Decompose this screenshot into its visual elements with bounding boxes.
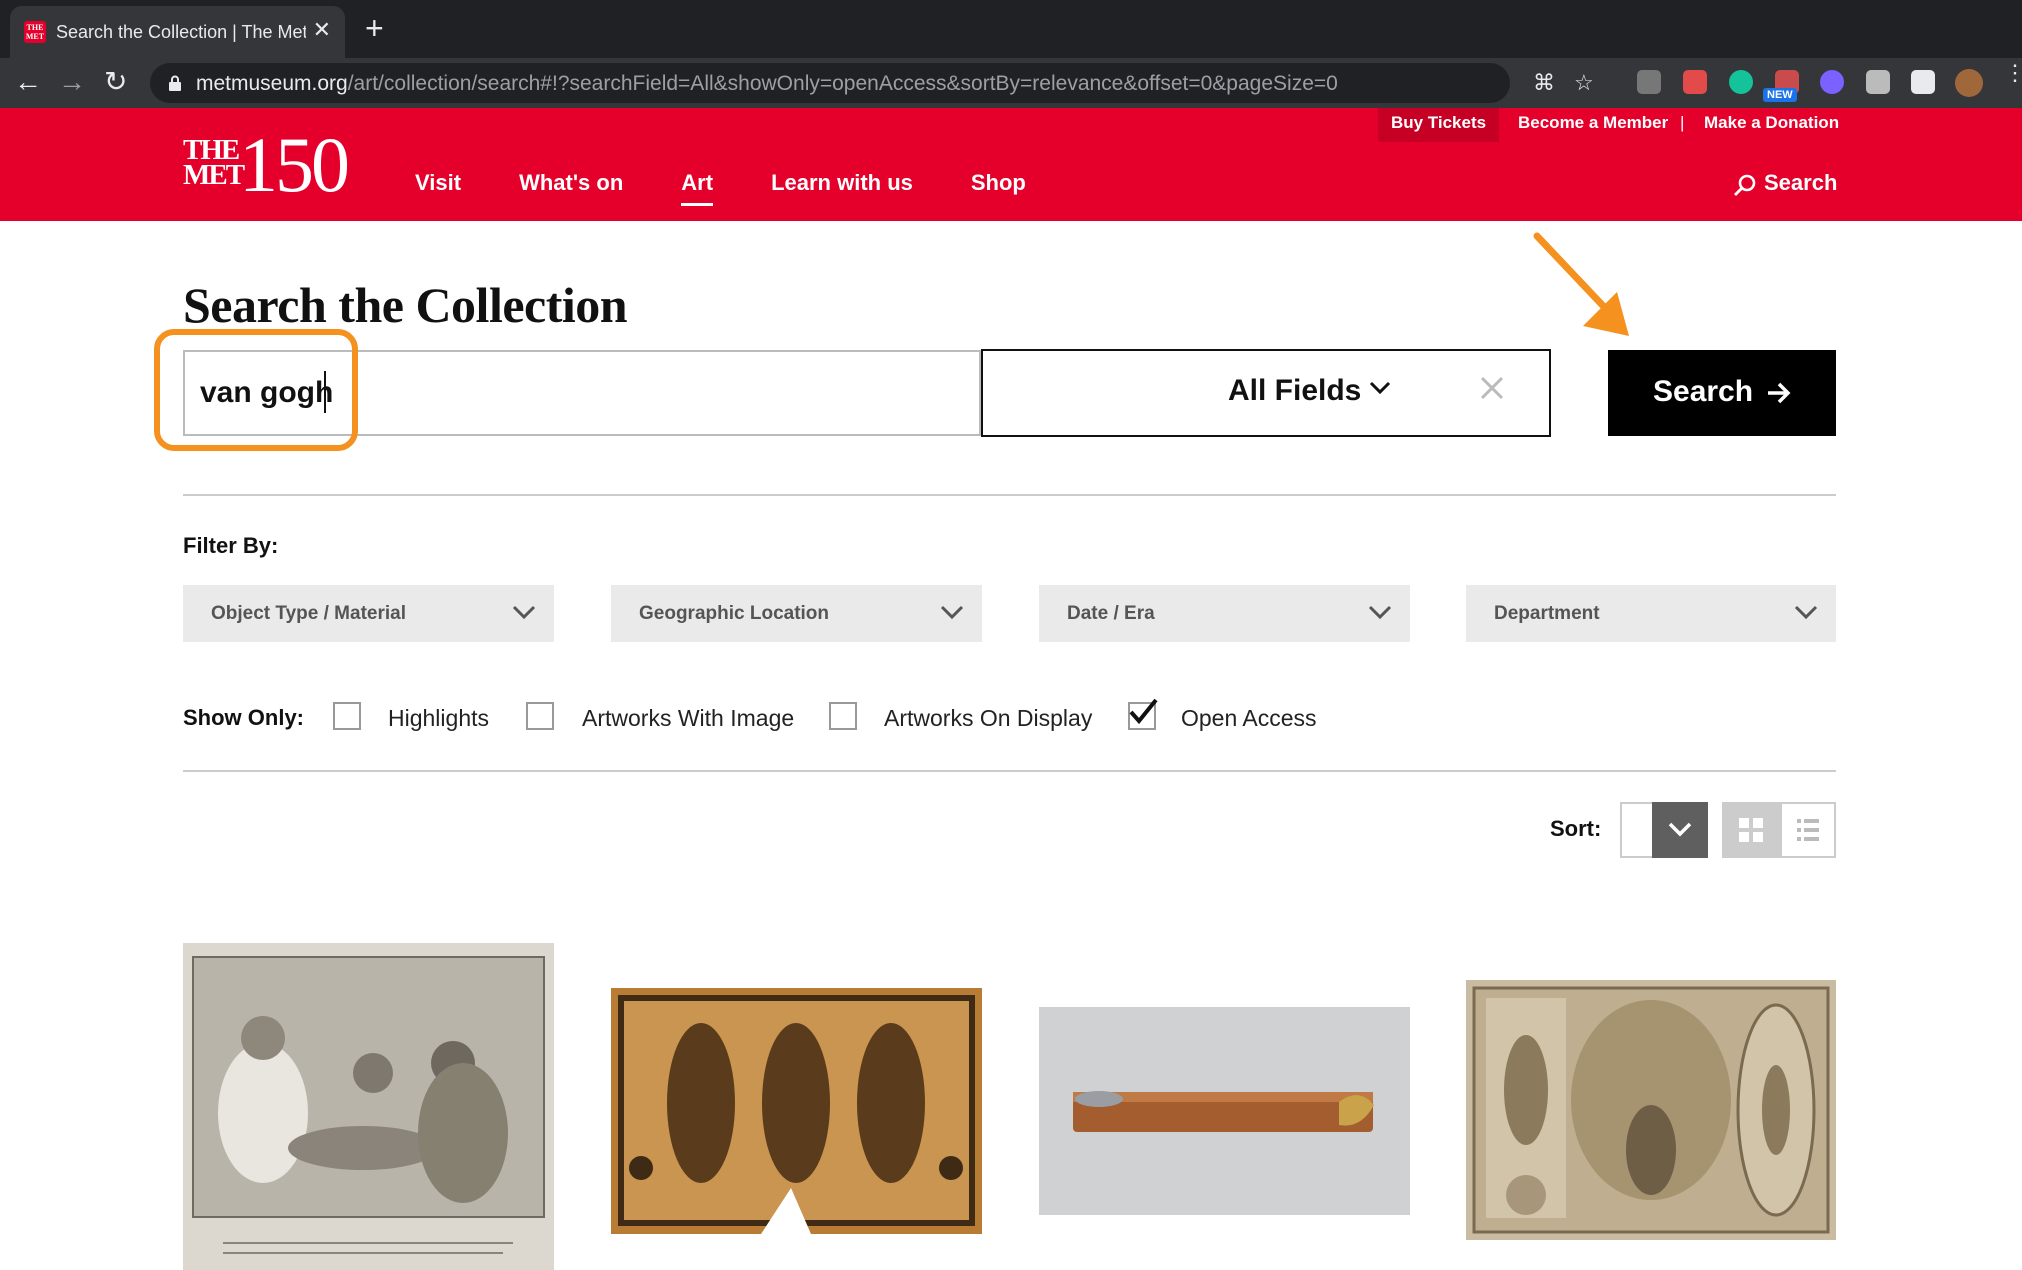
browser-toolbar: ← → ↻ metmuseum.org/art/collection/searc…	[0, 58, 2022, 108]
divider	[183, 494, 1836, 496]
checkmark-icon	[1129, 698, 1158, 725]
browser-tab[interactable]: THE MET Search the Collection | The Met …	[10, 6, 345, 58]
artworks-on-display-checkbox[interactable]	[829, 702, 857, 730]
artworks-with-image-checkbox[interactable]	[526, 702, 554, 730]
logo-150: 150	[239, 121, 350, 208]
browser-tab-strip: THE MET Search the Collection | The Met …	[0, 0, 2022, 58]
facebook-extension-icon[interactable]	[1637, 70, 1661, 94]
sort-select[interactable]	[1620, 802, 1708, 858]
ornament-drawing-image	[1466, 980, 1836, 1240]
search-button-label: Search	[1653, 375, 1754, 408]
lock-icon	[169, 75, 181, 91]
nav-shop[interactable]: Shop	[971, 170, 1026, 196]
url-text[interactable]: metmuseum.org/art/collection/search#!?se…	[196, 72, 1338, 96]
search-button[interactable]: Search	[1608, 350, 1836, 436]
grid-icon	[1739, 818, 1763, 842]
filter-label: Object Type / Material	[211, 603, 406, 624]
result-thumbnail-etching[interactable]	[183, 943, 554, 1270]
chevron-down-icon	[1668, 822, 1692, 837]
tab-close-icon[interactable]: ✕	[313, 19, 331, 41]
artworks-on-display-label[interactable]: Artworks On Display	[884, 705, 1092, 732]
utility-separator: |	[1680, 113, 1685, 132]
highlights-checkbox[interactable]	[333, 702, 361, 730]
search-field-value: All Fields	[1228, 374, 1362, 407]
etching-image	[183, 943, 554, 1270]
reload-icon[interactable]: ↻	[104, 66, 127, 98]
annotation-arrow-icon	[1533, 232, 1629, 336]
bookmark-star-icon[interactable]: ☆	[1574, 72, 1594, 94]
artworks-with-image-label[interactable]: Artworks With Image	[582, 705, 794, 732]
chevron-down-icon	[940, 605, 964, 620]
logo-the-met: THE MET	[183, 134, 245, 191]
filter-by-label: Filter By:	[183, 533, 279, 558]
sort-label: Sort:	[1550, 816, 1602, 841]
list-icon	[1797, 819, 1819, 841]
show-only-label: Show Only:	[183, 705, 304, 730]
open-access-label[interactable]: Open Access	[1181, 705, 1317, 732]
main-nav: Visit What's on Art Learn with us Shop	[415, 170, 1084, 206]
chevron-down-icon	[1369, 381, 1391, 395]
color-picker-extension-icon[interactable]	[1820, 70, 1844, 94]
arrow-right-icon	[1768, 382, 1791, 404]
buy-tickets-link[interactable]: Buy Tickets	[1378, 108, 1499, 142]
new-badge: NEW	[1763, 88, 1797, 102]
result-thumbnail-textile[interactable]	[611, 988, 982, 1234]
met-favicon-icon: THE MET	[24, 21, 46, 43]
header-search-label: Search	[1764, 170, 1838, 195]
url-host: metmuseum.org	[196, 72, 348, 95]
textile-image	[611, 988, 982, 1234]
filter-label: Department	[1494, 603, 1600, 624]
nav-whats-on[interactable]: What's on	[519, 170, 623, 196]
translate-icon[interactable]: ⌘	[1533, 72, 1555, 94]
search-icon	[1734, 174, 1756, 196]
url-path: /art/collection/search#!?searchField=All…	[347, 72, 1338, 95]
sort-dropdown-button[interactable]	[1652, 802, 1708, 858]
filter-label: Date / Era	[1067, 603, 1155, 624]
filter-date-era[interactable]: Date / Era	[1039, 585, 1410, 642]
new-tab-button[interactable]: +	[365, 12, 384, 44]
filter-label: Geographic Location	[639, 603, 830, 624]
list-view-button[interactable]	[1780, 802, 1836, 858]
highlights-label[interactable]: Highlights	[388, 705, 489, 732]
become-member-link[interactable]: Become a Member	[1518, 113, 1668, 133]
browser-menu-icon[interactable]: ⋮	[2004, 62, 2022, 84]
tab-title: Search the Collection | The Met	[56, 22, 306, 42]
extensions-puzzle-icon[interactable]	[1911, 70, 1935, 94]
filter-department[interactable]: Department	[1466, 585, 1836, 642]
result-thumbnail-rod[interactable]	[1039, 1007, 1410, 1215]
divider	[183, 770, 1836, 772]
chevron-down-icon	[512, 605, 536, 620]
search-field-select[interactable]: All Fields	[981, 349, 1551, 437]
profile-avatar[interactable]	[1955, 69, 1983, 97]
search-query-highlight	[154, 329, 358, 451]
page-title: Search the Collection	[183, 277, 628, 333]
forward-arrow-icon[interactable]: →	[58, 66, 86, 98]
clear-x-icon[interactable]	[1479, 375, 1505, 401]
grammarly-extension-icon[interactable]	[1729, 70, 1753, 94]
chevron-down-icon	[1368, 605, 1392, 620]
result-thumbnail-drawing[interactable]	[1466, 980, 1836, 1240]
chevron-down-icon	[1794, 605, 1818, 620]
filter-geographic-location[interactable]: Geographic Location	[611, 585, 982, 642]
make-donation-link[interactable]: Make a Donation	[1704, 113, 1839, 133]
site-header: THE MET 150 Visit What's on Art Learn wit…	[0, 108, 2022, 221]
address-bar[interactable]: metmuseum.org/art/collection/search#!?se…	[150, 63, 1594, 103]
rod-object-image	[1039, 1007, 1410, 1215]
nav-learn-with-us[interactable]: Learn with us	[771, 170, 913, 196]
nav-visit[interactable]: Visit	[415, 170, 461, 196]
filter-object-type[interactable]: Object Type / Material	[183, 585, 554, 642]
nav-art[interactable]: Art	[681, 170, 713, 206]
screenshot-extension-icon[interactable]	[1866, 70, 1890, 94]
todoist-extension-icon[interactable]	[1683, 70, 1707, 94]
grid-view-button[interactable]	[1722, 802, 1780, 858]
back-arrow-icon[interactable]: ←	[14, 66, 42, 98]
